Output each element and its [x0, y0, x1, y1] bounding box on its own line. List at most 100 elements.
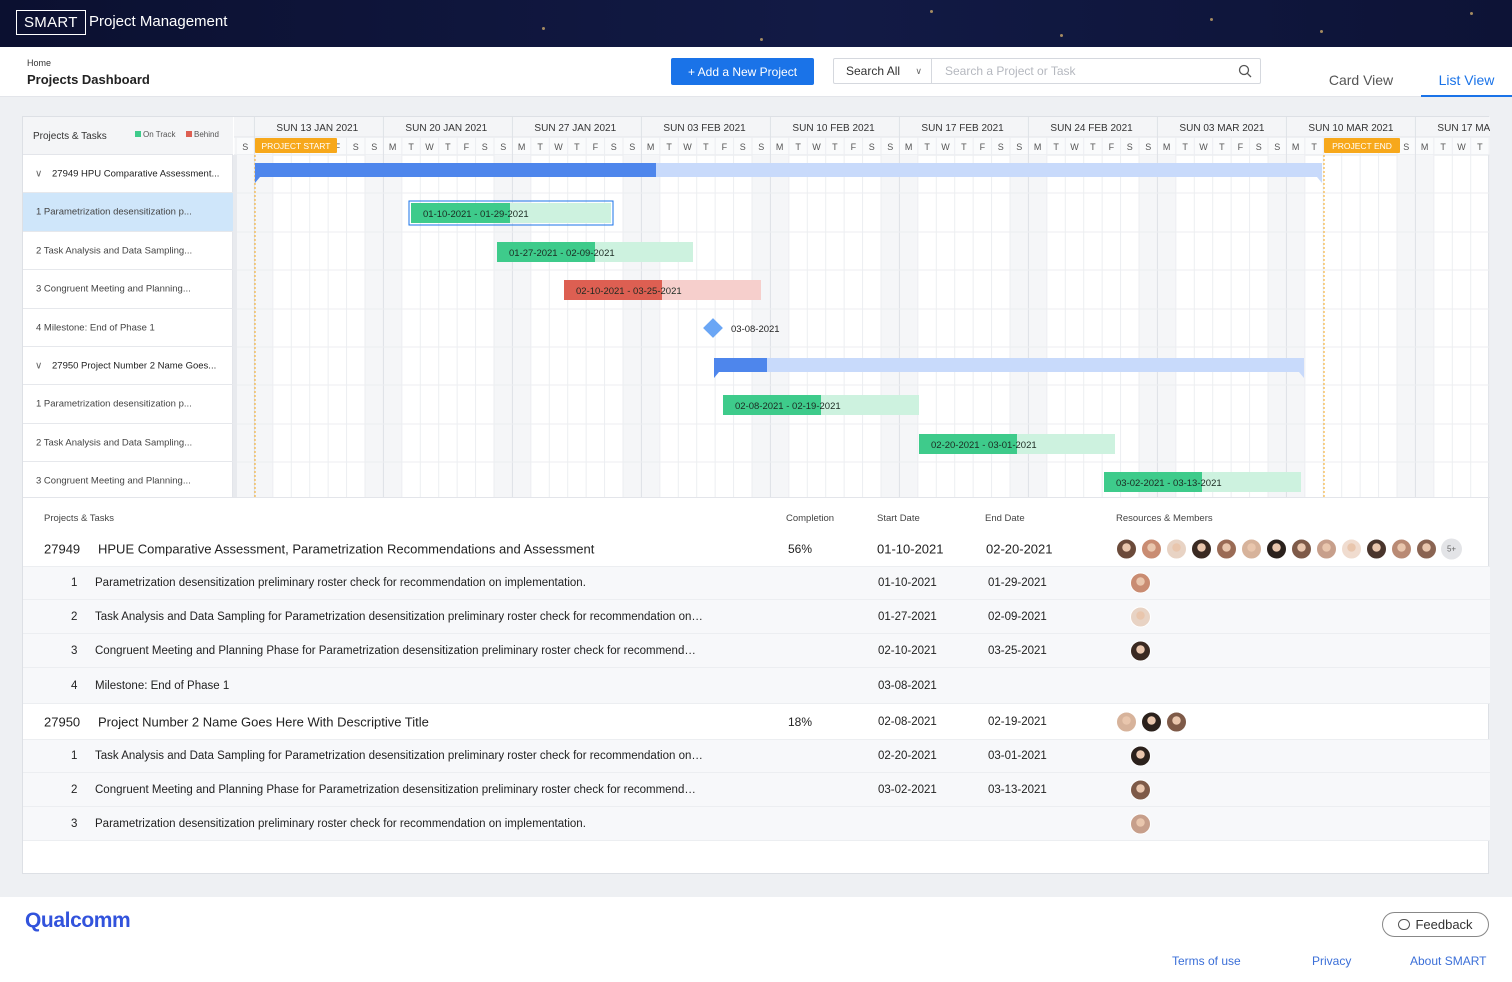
avatar[interactable] — [1116, 538, 1137, 560]
gantt-milestone-row[interactable]: 4 Milestone: End of Phase 1 — [23, 309, 233, 347]
avatar[interactable] — [1166, 538, 1187, 560]
avatar[interactable] — [1130, 606, 1151, 627]
row-name: Congruent Meeting and Planning Phase for… — [95, 644, 696, 657]
list-task-row[interactable]: 1 Task Analysis and Data Sampling for Par… — [23, 740, 1490, 773]
col-header-end[interactable]: End Date — [985, 513, 1025, 524]
gantt-task-row[interactable]: 2 Task Analysis and Data Sampling... — [23, 232, 233, 270]
list-project-row[interactable]: 27949 HPUE Comparative Assessment, Parame… — [23, 532, 1490, 567]
day-letter: T — [703, 142, 709, 152]
gantt-timeline[interactable]: SMTWTFSSMTWTFSSMTWTFSSMTWTFSSMTWTFSSMTWT… — [234, 117, 1490, 497]
qualcomm-logo[interactable]: Qualcomm — [25, 909, 131, 933]
row-name: Project Number 2 Name Goes Here With Des… — [98, 714, 429, 729]
avatar[interactable] — [1130, 640, 1151, 661]
task-bar-label: 03-02-2021 - 03-13-2021 — [1116, 478, 1222, 489]
row-id: 3 — [71, 817, 78, 830]
avatar[interactable] — [1391, 538, 1412, 560]
gantt-divider[interactable] — [233, 155, 237, 497]
avatar[interactable] — [1291, 538, 1312, 560]
search-scope-select[interactable]: Search All ∨ — [834, 59, 932, 83]
row-name: HPUE Comparative Assessment, Parametriza… — [98, 541, 595, 557]
feedback-label: Feedback — [1415, 917, 1473, 932]
day-letter: S — [758, 142, 764, 152]
task-bar-label: 01-27-2021 - 02-09-2021 — [509, 248, 615, 259]
row-id: 3 — [71, 644, 78, 657]
milestone-diamond[interactable] — [703, 318, 723, 338]
tab-card-view[interactable]: Card View — [1320, 72, 1402, 97]
avatar[interactable] — [1341, 538, 1362, 560]
col-header-completion[interactable]: Completion — [786, 513, 834, 524]
search-input[interactable] — [934, 59, 1234, 83]
day-letter: W — [425, 142, 434, 152]
expand-chevron-icon[interactable]: ∨ — [35, 360, 42, 371]
project-bar-27949-progress[interactable] — [255, 163, 656, 177]
avatar[interactable] — [1316, 538, 1337, 560]
row-name: Parametrization desensitization prelimin… — [95, 577, 586, 589]
day-letter: M — [389, 142, 397, 152]
gantt-task-row[interactable]: 3 Congruent Meeting and Planning... — [23, 462, 233, 497]
day-letter: M — [1421, 142, 1429, 152]
feedback-button[interactable]: Feedback — [1382, 912, 1489, 937]
more-members-badge[interactable]: 5+ — [1441, 538, 1462, 560]
gantt-header-title: Projects & Tasks — [33, 131, 107, 142]
gantt-row-label: 4 Milestone: End of Phase 1 — [36, 322, 155, 333]
list-task-row[interactable]: 2 Task Analysis and Data Sampling for Par… — [23, 600, 1490, 634]
day-letter: T — [408, 142, 414, 152]
gantt-task-row[interactable]: 1 Parametrization desensitization p... — [23, 385, 233, 424]
avatar[interactable] — [1141, 711, 1162, 732]
avatar[interactable] — [1130, 813, 1151, 834]
project-end-label: PROJECT END — [1332, 141, 1392, 151]
member-avatars — [1130, 745, 1155, 767]
about-link[interactable]: About SMART — [1410, 954, 1486, 968]
avatar[interactable] — [1366, 538, 1387, 560]
project-bar-27950-progress[interactable] — [714, 358, 767, 372]
avatar[interactable] — [1166, 711, 1187, 732]
legend-on-track: On Track — [135, 130, 175, 139]
avatar[interactable] — [1191, 538, 1212, 560]
col-header-resources[interactable]: Resources & Members — [1116, 513, 1213, 524]
avatar[interactable] — [1141, 538, 1162, 560]
gantt-project-row[interactable]: ∨ 27950 Project Number 2 Name Goes... — [23, 347, 233, 385]
avatar[interactable] — [1216, 538, 1237, 560]
add-project-button[interactable]: + Add a New Project — [671, 58, 814, 85]
col-header-name[interactable]: Projects & Tasks — [44, 513, 114, 524]
list-task-row[interactable]: 1 Parametrization desensitization prelimi… — [23, 567, 1490, 600]
list-task-row[interactable]: 3 Congruent Meeting and Planning Phase fo… — [23, 634, 1490, 668]
avatar[interactable] — [1130, 745, 1151, 767]
expand-chevron-icon[interactable]: ∨ — [35, 168, 42, 179]
search-icon[interactable] — [1238, 64, 1252, 78]
row-start-date: 02-20-2021 — [878, 750, 937, 762]
row-end-date: 03-01-2021 — [988, 750, 1047, 762]
weekend-column — [623, 155, 642, 497]
day-letter: S — [1016, 142, 1022, 152]
gantt-task-row[interactable]: 3 Congruent Meeting and Planning... — [23, 270, 233, 309]
brand-logo[interactable]: SMART — [16, 10, 86, 35]
avatar[interactable] — [1266, 538, 1287, 560]
breadcrumb-home[interactable]: Home — [27, 58, 51, 68]
list-task-row[interactable]: 2 Congruent Meeting and Planning Phase fo… — [23, 773, 1490, 807]
avatar[interactable] — [1116, 711, 1137, 732]
row-id: 27950 — [44, 714, 81, 729]
list-project-row[interactable]: 27950 Project Number 2 Name Goes Here Wit… — [23, 704, 1490, 740]
avatar[interactable] — [1416, 538, 1437, 560]
project-bar-27950[interactable] — [714, 358, 1304, 372]
project-start-label: PROJECT START — [262, 141, 331, 151]
avatar[interactable] — [1130, 779, 1151, 800]
col-header-start[interactable]: Start Date — [877, 513, 920, 524]
tab-list-view[interactable]: List View — [1421, 72, 1512, 97]
list-task-row[interactable]: 4 Milestone: End of Phase 1 03-08-2021 — [23, 668, 1490, 704]
gantt-row-label: 1 Parametrization desensitization p... — [36, 398, 192, 410]
avatar[interactable] — [1241, 538, 1262, 560]
gantt-task-row[interactable]: 1 Parametrization desensitization p... — [23, 193, 233, 232]
day-letter: F — [593, 142, 599, 152]
week-label: SUN 27 JAN 2021 — [534, 123, 616, 134]
row-start-date: 02-10-2021 — [878, 644, 937, 657]
gantt-project-row[interactable]: ∨ 27949 HPU Comparative Assessment... — [23, 155, 233, 193]
day-letter: T — [1053, 142, 1059, 152]
privacy-link[interactable]: Privacy — [1312, 954, 1351, 968]
list-task-row[interactable]: 3 Parametrization desensitization prelimi… — [23, 807, 1490, 841]
terms-link[interactable]: Terms of use — [1172, 954, 1241, 968]
day-letter: M — [518, 142, 526, 152]
gantt-task-row[interactable]: 2 Task Analysis and Data Sampling... — [23, 424, 233, 462]
day-letter: S — [482, 142, 488, 152]
avatar[interactable] — [1130, 572, 1151, 594]
